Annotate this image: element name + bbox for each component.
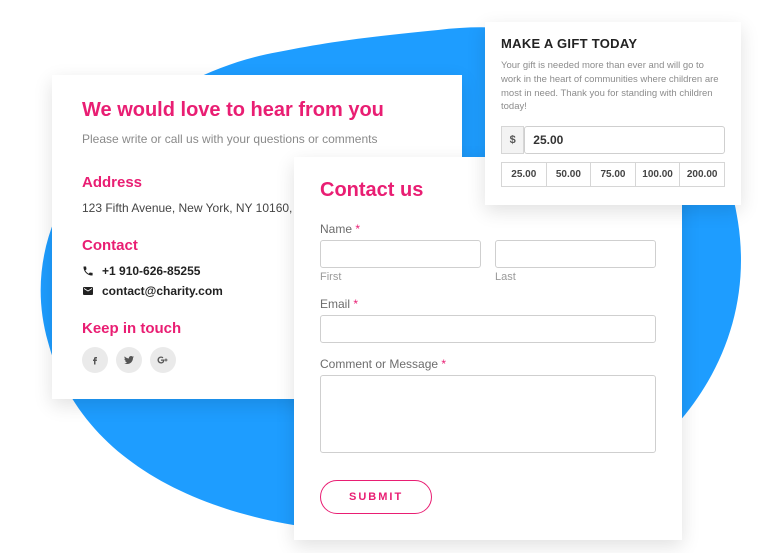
currency-symbol: $	[501, 126, 524, 154]
info-title: We would love to hear from you	[82, 99, 432, 122]
last-name-input[interactable]	[495, 240, 656, 268]
last-sublabel: Last	[495, 271, 656, 283]
submit-button[interactable]: SUBMIT	[320, 480, 432, 514]
email-label: Email *	[320, 297, 656, 311]
mail-icon	[82, 285, 94, 297]
email-group: Email *	[320, 297, 656, 343]
email-input[interactable]	[320, 315, 656, 343]
gift-heading: MAKE A GIFT TODAY	[501, 36, 725, 51]
comment-group: Comment or Message *	[320, 357, 656, 458]
amount-input[interactable]	[524, 126, 725, 154]
amount-row: $	[501, 126, 725, 154]
preset-100[interactable]: 100.00	[636, 163, 681, 186]
gift-description: Your gift is needed more than ever and w…	[501, 59, 725, 114]
preset-75[interactable]: 75.00	[591, 163, 636, 186]
email-text: contact@charity.com	[102, 284, 223, 298]
phone-text: +1 910-626-85255	[102, 264, 200, 278]
info-subtitle: Please write or call us with your questi…	[82, 132, 432, 146]
googleplus-icon[interactable]	[150, 347, 176, 373]
preset-25[interactable]: 25.00	[502, 163, 547, 186]
comment-textarea[interactable]	[320, 375, 656, 453]
first-name-input[interactable]	[320, 240, 481, 268]
twitter-icon[interactable]	[116, 347, 142, 373]
name-group: Name * First Last	[320, 222, 656, 283]
comment-label: Comment or Message *	[320, 357, 656, 371]
preset-amounts: 25.00 50.00 75.00 100.00 200.00	[501, 162, 725, 187]
gift-card: MAKE A GIFT TODAY Your gift is needed mo…	[485, 22, 741, 205]
phone-icon	[82, 265, 94, 277]
contact-form-card: Contact us Name * First Last Email * Com…	[294, 157, 682, 540]
preset-50[interactable]: 50.00	[547, 163, 592, 186]
first-sublabel: First	[320, 271, 481, 283]
facebook-icon[interactable]	[82, 347, 108, 373]
preset-200[interactable]: 200.00	[680, 163, 724, 186]
name-label: Name *	[320, 222, 656, 236]
